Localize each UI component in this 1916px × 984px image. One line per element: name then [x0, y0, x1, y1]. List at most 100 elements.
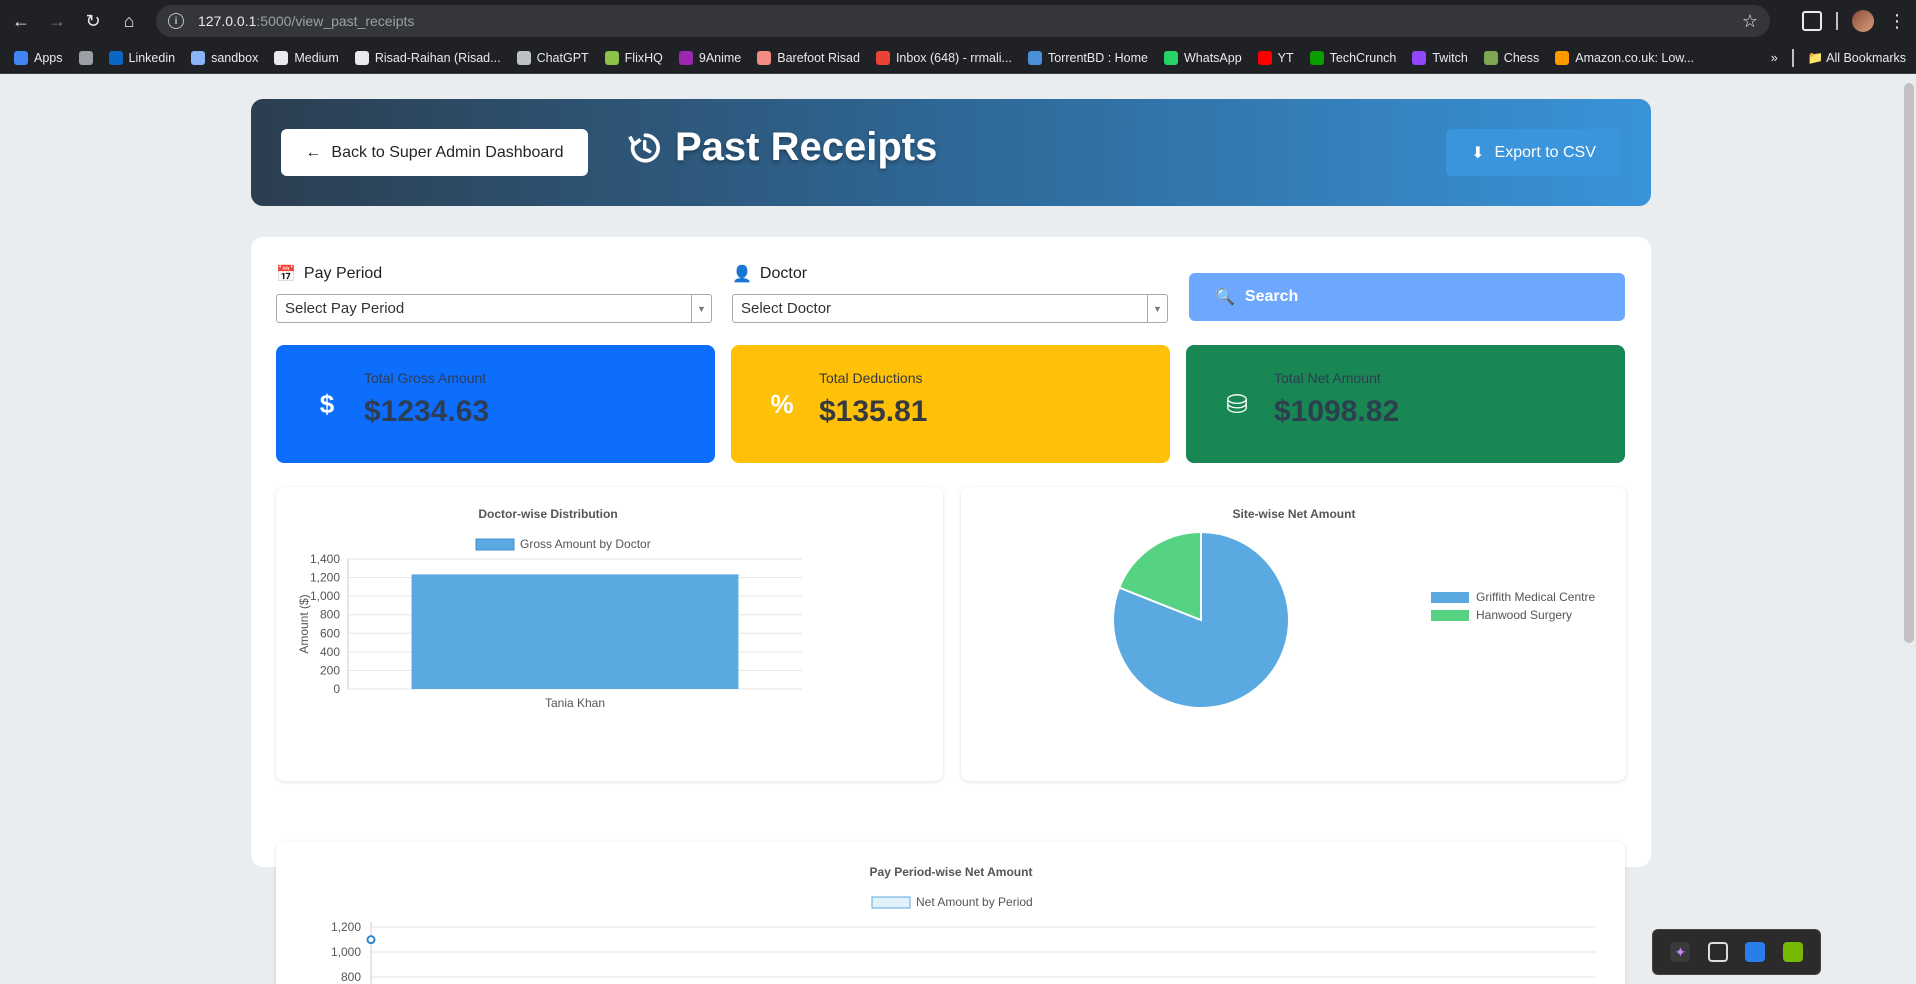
y-tick-label: 1,200	[310, 571, 340, 585]
bookmark-item[interactable]: YT	[1257, 50, 1294, 65]
bookmark-favicon-icon	[1309, 50, 1324, 65]
legend-swatch[interactable]	[1431, 592, 1469, 603]
pay-period-select[interactable]: Select Pay Period ▼	[276, 294, 712, 323]
shield-icon[interactable]	[1745, 942, 1766, 962]
bookmark-label: Amazon.co.uk: Low...	[1575, 50, 1695, 65]
page-content: ← Back to Super Admin Dashboard Past Rec…	[0, 75, 1916, 984]
bookmark-label: 9Anime	[698, 50, 742, 65]
bookmark-item[interactable]: Barefoot Risad	[757, 50, 860, 65]
bookmark-label: YT	[1277, 50, 1294, 65]
chevron-down-icon[interactable]: ▼	[1147, 295, 1167, 322]
bookmark-label: TechCrunch	[1329, 50, 1397, 65]
back-to-dashboard-button[interactable]: ← Back to Super Admin Dashboard	[281, 129, 588, 176]
bookmark-item[interactable]: FlixHQ	[604, 50, 663, 65]
more-bookmarks-icon[interactable]: »	[1771, 51, 1778, 65]
window-icon[interactable]	[1707, 942, 1728, 962]
y-tick-label: 0	[333, 682, 340, 696]
bookmark-favicon-icon	[354, 50, 369, 65]
forward-arrow-icon[interactable]: →	[42, 6, 72, 36]
legend-swatch[interactable]	[871, 896, 911, 909]
reload-icon[interactable]: ↻	[78, 6, 108, 36]
bookmark-item[interactable]: TechCrunch	[1309, 50, 1397, 65]
bookmark-favicon-icon	[1483, 50, 1498, 65]
chevron-down-icon[interactable]: ▼	[691, 295, 711, 322]
legend-label[interactable]: Gross Amount by Doctor	[520, 537, 651, 551]
feather-icon[interactable]: ✦	[1670, 942, 1691, 962]
bookmark-item[interactable]: Twitch	[1412, 50, 1468, 65]
bookmarks-divider	[1791, 49, 1794, 67]
page-scrollbar[interactable]	[1904, 83, 1914, 643]
bookmark-item[interactable]: Amazon.co.uk: Low...	[1555, 50, 1695, 65]
floating-taskbar: ✦	[1652, 929, 1821, 975]
bookmark-favicon-icon	[604, 50, 619, 65]
y-axis-label: Amount ($)	[297, 594, 311, 653]
bookmark-favicon-icon	[14, 50, 28, 65]
search-button-label: Search	[1244, 288, 1299, 305]
bookmark-label: Medium	[294, 50, 339, 65]
export-csv-button[interactable]: ⬇ Export to CSV	[1446, 129, 1621, 176]
bookmark-item[interactable]: WhatsApp	[1164, 50, 1242, 65]
bookmark-label: Twitch	[1432, 50, 1468, 65]
data-point[interactable]	[366, 935, 376, 945]
home-icon[interactable]: ⌂	[114, 6, 144, 36]
bookmark-favicon-icon	[78, 50, 93, 65]
y-tick-label: 1,000	[310, 589, 340, 603]
export-button-label: Export to CSV	[1494, 143, 1596, 161]
url-text[interactable]: 127.0.0.1:5000/view_past_receipts	[198, 13, 414, 29]
y-tick-label: 800	[320, 608, 340, 622]
bookmark-label: WhatsApp	[1184, 50, 1242, 65]
bookmark-item[interactable]: Medium	[274, 50, 339, 65]
deductions-card: % Total Deductions $135.81	[731, 345, 1170, 463]
site-wise-pie-chart: Site-wise Net Amount Griffith Medical Cen…	[1112, 507, 1595, 709]
bookmark-item[interactable]: Apps	[14, 50, 63, 65]
net-amount-card: ⛁ Total Net Amount $1098.82	[1186, 345, 1625, 463]
legend-swatch[interactable]	[1431, 610, 1469, 621]
page-title: Past Receipts	[627, 125, 937, 170]
bookmark-favicon-icon	[1257, 50, 1272, 65]
search-button[interactable]: 🔍 Search	[1189, 273, 1625, 321]
page-title-text: Past Receipts	[675, 125, 938, 169]
pay-period-label-text: Pay Period	[303, 265, 383, 282]
pay-period-line-chart: Pay Period-wise Net Amount Net Amount by …	[331, 865, 1596, 984]
bookmark-item[interactable]: 9Anime	[678, 50, 742, 65]
doctor-wise-chart-card: Doctor-wise Distribution Gross Amount by …	[276, 487, 943, 781]
net-amount-label: Total Net Amount	[1274, 370, 1381, 386]
menu-icon[interactable]: ⋮	[1888, 11, 1906, 32]
bookmark-item[interactable]	[78, 50, 93, 65]
address-bar[interactable]: i 127.0.0.1:5000/view_past_receipts ☆	[156, 5, 1770, 37]
bookmark-item[interactable]: TorrentBD : Home	[1027, 50, 1148, 65]
coins-icon: ⛁	[1226, 388, 1248, 419]
pay-period-chart-card: Pay Period-wise Net Amount Net Amount by …	[276, 842, 1625, 984]
gross-amount-value: $1234.63	[364, 395, 490, 428]
doctor-select[interactable]: Select Doctor ▼	[732, 294, 1168, 323]
deductions-label: Total Deductions	[819, 370, 923, 386]
site-info-icon[interactable]: i	[168, 13, 184, 29]
bookmark-item[interactable]: Risad-Raihan (Risad...	[354, 50, 501, 65]
nvidia-icon[interactable]	[1782, 942, 1803, 962]
y-tick-label: 800	[341, 970, 361, 984]
extensions-icon[interactable]	[1802, 11, 1822, 31]
legend-label[interactable]: Griffith Medical Centre	[1476, 590, 1595, 604]
legend-label[interactable]: Net Amount by Period	[916, 895, 1033, 909]
all-bookmarks-folder[interactable]: 📁 All Bookmarks	[1808, 51, 1906, 66]
bookmark-label: Inbox (648) - rrmali...	[895, 50, 1012, 65]
bookmark-label: FlixHQ	[624, 50, 663, 65]
chart-title: Site-wise Net Amount	[1233, 507, 1356, 521]
bookmark-favicon-icon	[108, 50, 123, 65]
bookmark-label: sandbox	[211, 50, 259, 65]
bookmark-item[interactable]: sandbox	[191, 50, 259, 65]
net-amount-value: $1098.82	[1274, 395, 1400, 428]
legend-swatch[interactable]	[475, 538, 515, 551]
bookmark-item[interactable]: ChatGPT	[516, 50, 589, 65]
profile-avatar[interactable]	[1852, 10, 1874, 32]
bookmark-favicon-icon	[1412, 50, 1427, 65]
bookmark-item[interactable]: Chess	[1483, 50, 1539, 65]
bookmark-star-icon[interactable]: ☆	[1742, 11, 1758, 32]
doctor-wise-bar-chart: Doctor-wise Distribution Gross Amount by …	[297, 507, 802, 710]
bookmark-item[interactable]: Linkedin	[108, 50, 175, 65]
bar[interactable]	[411, 574, 739, 689]
legend-label[interactable]: Hanwood Surgery	[1476, 608, 1572, 622]
arrow-left-icon: ←	[305, 143, 322, 161]
bookmark-item[interactable]: Inbox (648) - rrmali...	[875, 50, 1012, 65]
back-arrow-icon[interactable]: ←	[6, 6, 36, 36]
